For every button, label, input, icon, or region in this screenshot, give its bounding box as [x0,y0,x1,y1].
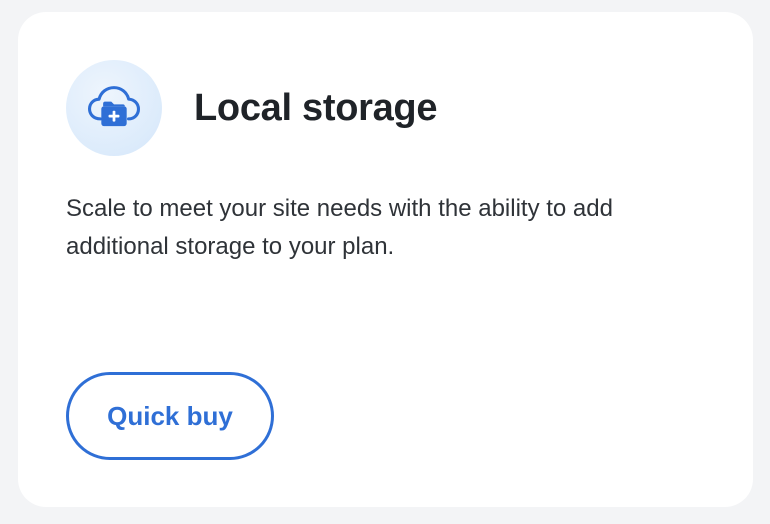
cloud-folder-add-icon [85,79,143,137]
local-storage-card: Local storage Scale to meet your site ne… [18,12,753,507]
quick-buy-button[interactable]: Quick buy [66,372,274,460]
card-title: Local storage [194,87,438,129]
card-description: Scale to meet your site needs with the a… [66,195,613,260]
icon-badge [66,60,162,156]
